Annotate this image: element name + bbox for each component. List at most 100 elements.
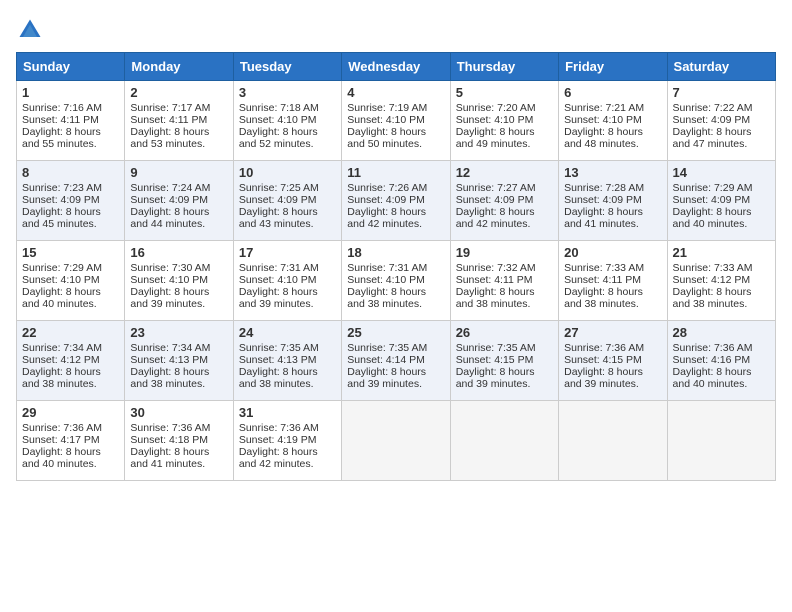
day-number: 10: [239, 165, 336, 180]
day-cell: 1Sunrise: 7:16 AMSunset: 4:11 PMDaylight…: [17, 81, 125, 161]
header-wednesday: Wednesday: [342, 53, 450, 81]
day-number: 29: [22, 405, 119, 420]
day-info-line: and 43 minutes.: [239, 218, 336, 230]
day-cell: 25Sunrise: 7:35 AMSunset: 4:14 PMDayligh…: [342, 321, 450, 401]
day-cell: 19Sunrise: 7:32 AMSunset: 4:11 PMDayligh…: [450, 241, 558, 321]
week-row-5: 29Sunrise: 7:36 AMSunset: 4:17 PMDayligh…: [17, 401, 776, 481]
day-number: 14: [673, 165, 770, 180]
day-info-line: Daylight: 8 hours: [130, 366, 227, 378]
day-info-line: Daylight: 8 hours: [673, 206, 770, 218]
day-cell: 21Sunrise: 7:33 AMSunset: 4:12 PMDayligh…: [667, 241, 775, 321]
day-number: 11: [347, 165, 444, 180]
day-number: 2: [130, 85, 227, 100]
day-info-line: Daylight: 8 hours: [239, 366, 336, 378]
day-info-line: and 41 minutes.: [564, 218, 661, 230]
day-info-line: Sunset: 4:18 PM: [130, 434, 227, 446]
day-info-line: Sunrise: 7:35 AM: [456, 342, 553, 354]
day-info-line: Sunrise: 7:33 AM: [564, 262, 661, 274]
day-number: 25: [347, 325, 444, 340]
day-cell: 17Sunrise: 7:31 AMSunset: 4:10 PMDayligh…: [233, 241, 341, 321]
day-cell: 24Sunrise: 7:35 AMSunset: 4:13 PMDayligh…: [233, 321, 341, 401]
day-info-line: Daylight: 8 hours: [456, 206, 553, 218]
day-info-line: Sunset: 4:09 PM: [239, 194, 336, 206]
day-info-line: and 38 minutes.: [673, 298, 770, 310]
day-info-line: Daylight: 8 hours: [456, 366, 553, 378]
day-info-line: Daylight: 8 hours: [673, 126, 770, 138]
day-info-line: and 39 minutes.: [347, 378, 444, 390]
day-info-line: Sunrise: 7:35 AM: [347, 342, 444, 354]
day-info-line: and 40 minutes.: [673, 378, 770, 390]
day-cell: 30Sunrise: 7:36 AMSunset: 4:18 PMDayligh…: [125, 401, 233, 481]
day-info-line: Daylight: 8 hours: [673, 366, 770, 378]
day-info-line: and 42 minutes.: [239, 458, 336, 470]
day-info-line: Daylight: 8 hours: [22, 206, 119, 218]
day-cell: [667, 401, 775, 481]
day-info-line: Sunset: 4:14 PM: [347, 354, 444, 366]
day-number: 7: [673, 85, 770, 100]
day-cell: 14Sunrise: 7:29 AMSunset: 4:09 PMDayligh…: [667, 161, 775, 241]
header-sunday: Sunday: [17, 53, 125, 81]
day-info-line: Sunset: 4:15 PM: [564, 354, 661, 366]
day-number: 26: [456, 325, 553, 340]
day-number: 19: [456, 245, 553, 260]
day-cell: 13Sunrise: 7:28 AMSunset: 4:09 PMDayligh…: [559, 161, 667, 241]
day-info-line: Sunrise: 7:36 AM: [564, 342, 661, 354]
week-row-2: 8Sunrise: 7:23 AMSunset: 4:09 PMDaylight…: [17, 161, 776, 241]
day-number: 18: [347, 245, 444, 260]
day-info-line: Daylight: 8 hours: [673, 286, 770, 298]
week-row-1: 1Sunrise: 7:16 AMSunset: 4:11 PMDaylight…: [17, 81, 776, 161]
day-info-line: Sunrise: 7:34 AM: [130, 342, 227, 354]
day-cell: 2Sunrise: 7:17 AMSunset: 4:11 PMDaylight…: [125, 81, 233, 161]
day-info-line: Daylight: 8 hours: [130, 446, 227, 458]
day-info-line: and 42 minutes.: [347, 218, 444, 230]
day-info-line: Daylight: 8 hours: [456, 126, 553, 138]
day-info-line: Sunset: 4:17 PM: [22, 434, 119, 446]
day-info-line: Sunset: 4:11 PM: [564, 274, 661, 286]
day-info-line: Sunrise: 7:36 AM: [673, 342, 770, 354]
day-cell: 16Sunrise: 7:30 AMSunset: 4:10 PMDayligh…: [125, 241, 233, 321]
day-number: 28: [673, 325, 770, 340]
day-info-line: Sunrise: 7:29 AM: [22, 262, 119, 274]
day-info-line: Sunset: 4:10 PM: [456, 114, 553, 126]
day-info-line: and 50 minutes.: [347, 138, 444, 150]
day-info-line: Sunset: 4:13 PM: [130, 354, 227, 366]
day-cell: [450, 401, 558, 481]
day-info-line: Sunset: 4:09 PM: [130, 194, 227, 206]
day-info-line: Sunset: 4:11 PM: [456, 274, 553, 286]
day-info-line: Daylight: 8 hours: [130, 126, 227, 138]
day-number: 24: [239, 325, 336, 340]
day-info-line: Sunset: 4:11 PM: [22, 114, 119, 126]
day-info-line: Sunset: 4:15 PM: [456, 354, 553, 366]
day-number: 31: [239, 405, 336, 420]
day-number: 5: [456, 85, 553, 100]
day-info-line: Sunrise: 7:27 AM: [456, 182, 553, 194]
day-number: 22: [22, 325, 119, 340]
day-number: 21: [673, 245, 770, 260]
day-cell: 10Sunrise: 7:25 AMSunset: 4:09 PMDayligh…: [233, 161, 341, 241]
day-info-line: and 44 minutes.: [130, 218, 227, 230]
header-tuesday: Tuesday: [233, 53, 341, 81]
day-info-line: Sunrise: 7:30 AM: [130, 262, 227, 274]
day-cell: 18Sunrise: 7:31 AMSunset: 4:10 PMDayligh…: [342, 241, 450, 321]
day-info-line: and 48 minutes.: [564, 138, 661, 150]
day-info-line: Daylight: 8 hours: [564, 206, 661, 218]
day-info-line: Daylight: 8 hours: [22, 366, 119, 378]
day-info-line: Sunset: 4:11 PM: [130, 114, 227, 126]
day-info-line: Daylight: 8 hours: [22, 286, 119, 298]
header-monday: Monday: [125, 53, 233, 81]
week-row-4: 22Sunrise: 7:34 AMSunset: 4:12 PMDayligh…: [17, 321, 776, 401]
day-info-line: and 39 minutes.: [130, 298, 227, 310]
day-info-line: Sunrise: 7:28 AM: [564, 182, 661, 194]
day-number: 23: [130, 325, 227, 340]
day-cell: [342, 401, 450, 481]
day-cell: 23 Sunrise: 7:34 AMSunset: 4:13 PMDayligh…: [125, 321, 233, 401]
page-header: [16, 16, 776, 44]
day-number: 15: [22, 245, 119, 260]
day-info-line: Sunrise: 7:20 AM: [456, 102, 553, 114]
logo-icon: [16, 16, 44, 44]
day-info-line: and 39 minutes.: [239, 298, 336, 310]
day-cell: 11Sunrise: 7:26 AMSunset: 4:09 PMDayligh…: [342, 161, 450, 241]
day-cell: 9Sunrise: 7:24 AMSunset: 4:09 PMDaylight…: [125, 161, 233, 241]
day-info-line: and 38 minutes.: [130, 378, 227, 390]
day-info-line: and 39 minutes.: [564, 378, 661, 390]
